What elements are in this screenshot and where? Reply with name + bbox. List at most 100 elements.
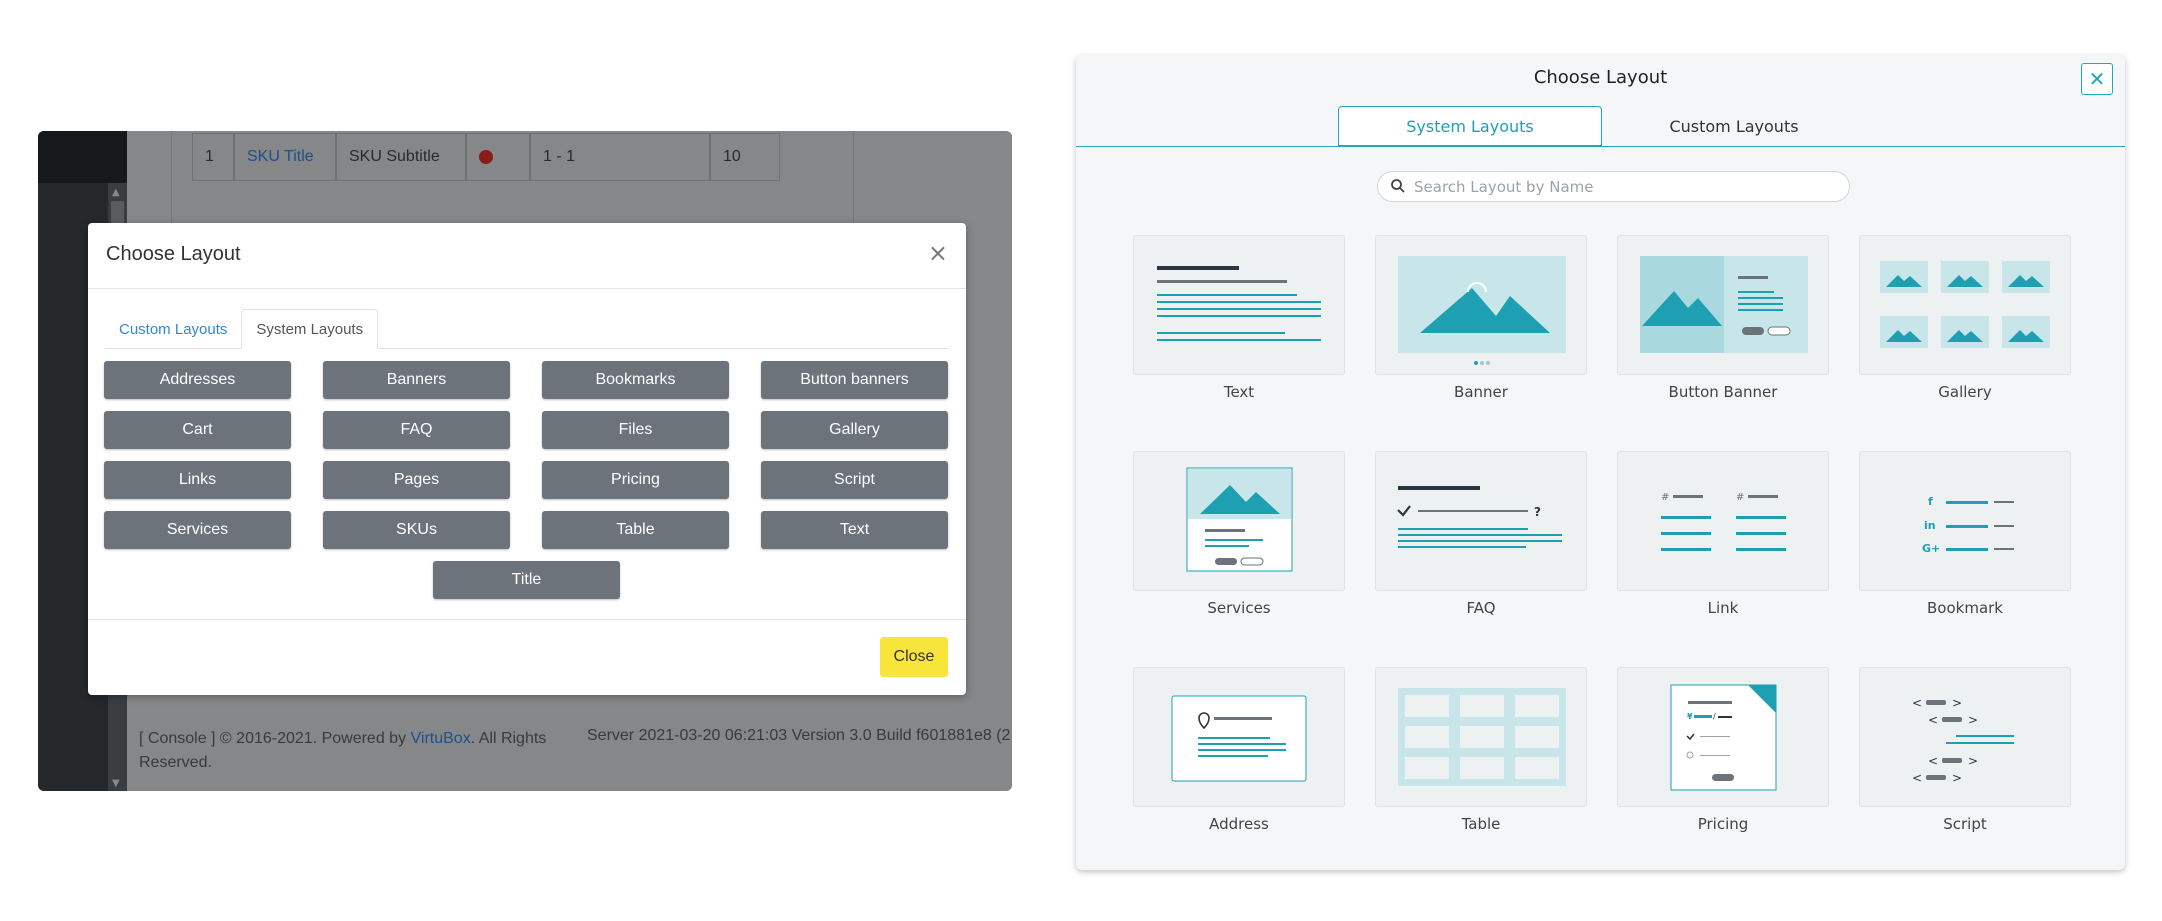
svg-text:>: >: [1952, 771, 1962, 785]
scroll-up-icon[interactable]: ▲: [112, 187, 120, 198]
address-layout-icon: [1171, 695, 1307, 782]
search-input[interactable]: [1414, 176, 1834, 198]
layout-label-gallery: Gallery: [1938, 383, 1992, 401]
layout-tile-table[interactable]: [1375, 667, 1587, 807]
close-icon[interactable]: ×: [928, 239, 948, 267]
layout-tile-text[interactable]: [1133, 235, 1345, 375]
modal-header: Choose Layout ×: [88, 223, 966, 289]
tab-system-layouts[interactable]: System Layouts: [241, 309, 379, 349]
svg-text:<: <: [1928, 713, 1938, 727]
layout-label-link: Link: [1707, 599, 1739, 617]
tab-custom-layouts[interactable]: Custom Layouts: [105, 309, 241, 349]
layout-button-bookmarks[interactable]: Bookmarks: [542, 361, 729, 399]
close-button[interactable]: Close: [880, 637, 948, 677]
layout-tile-bookmark[interactable]: f in G+: [1859, 451, 2071, 591]
layout-button-links[interactable]: Links: [104, 461, 291, 499]
svg-text:#: #: [1661, 492, 1669, 503]
page-footer: [ Console ] © 2016-2021. Powered by Virt…: [139, 727, 619, 775]
layout-button-pages[interactable]: Pages: [323, 461, 510, 499]
layout-button-title[interactable]: Title: [433, 561, 620, 599]
close-icon[interactable]: ✕: [2081, 63, 2113, 95]
search-box: [1377, 171, 1850, 202]
layout-label-services: Services: [1207, 599, 1271, 617]
choose-layout-modal: Choose Layout × Custom Layouts System La…: [88, 223, 966, 695]
button-banner-layout-icon: [1640, 256, 1808, 353]
tab-custom-layouts[interactable]: Custom Layouts: [1602, 106, 1866, 147]
scroll-down-icon[interactable]: ▼: [112, 778, 120, 789]
layout-tile-faq[interactable]: ?: [1375, 451, 1587, 591]
layout-button-files[interactable]: Files: [542, 411, 729, 449]
tab-system-layouts[interactable]: System Layouts: [1338, 106, 1602, 147]
layout-button-table[interactable]: Table: [542, 511, 729, 549]
layout-button-text[interactable]: Text: [761, 511, 948, 549]
status-cell: [466, 133, 530, 181]
layout-button-banners[interactable]: Banners: [323, 361, 510, 399]
faq-layout-icon: ?: [1397, 486, 1562, 548]
layout-tile-button-banner[interactable]: [1617, 235, 1829, 375]
panel-title: Choose Layout: [1533, 67, 1668, 88]
layout-button-gallery[interactable]: Gallery: [761, 411, 948, 449]
pricing-layout-icon: ¥ /: [1670, 684, 1777, 791]
svg-text:#: #: [1736, 492, 1744, 503]
layout-tile-script[interactable]: < > < > < > < >: [1859, 667, 2071, 807]
layout-tile-pricing[interactable]: ¥ /: [1617, 667, 1829, 807]
layout-label-address: Address: [1209, 815, 1269, 833]
svg-text:>: >: [1968, 713, 1978, 727]
layout-button-faq[interactable]: FAQ: [323, 411, 510, 449]
left-screenshot: ▲ ▼ 1 SKU Title SKU Subtitle 1 - 1 10 [ …: [38, 131, 1012, 791]
panel-tabs: System Layouts Custom Layouts: [1076, 106, 2125, 147]
svg-text:<: <: [1912, 696, 1922, 710]
layout-label-text: Text: [1223, 383, 1255, 401]
layout-button-button-banners[interactable]: Button banners: [761, 361, 948, 399]
layout-tile-services[interactable]: [1133, 451, 1345, 591]
text-layout-icon: [1157, 266, 1321, 341]
modal-title: Choose Layout: [106, 243, 241, 265]
layout-label-button-banner: Button Banner: [1668, 383, 1778, 401]
svg-text:in: in: [1924, 519, 1936, 532]
layout-button-script[interactable]: Script: [761, 461, 948, 499]
status-dot-icon: [479, 150, 493, 164]
layout-label-pricing: Pricing: [1697, 815, 1749, 833]
layout-label-faq: FAQ: [1466, 599, 1496, 617]
svg-text:?: ?: [1534, 505, 1541, 519]
services-layout-icon: [1186, 467, 1293, 572]
layout-button-addresses[interactable]: Addresses: [104, 361, 291, 399]
modal-footer-divider: [88, 619, 966, 620]
layout-tile-gallery[interactable]: [1859, 235, 2071, 375]
layout-button-cart[interactable]: Cart: [104, 411, 291, 449]
svg-text:<: <: [1912, 771, 1922, 785]
gallery-layout-icon: [1880, 261, 2050, 348]
svg-text:/: /: [1713, 712, 1716, 721]
banner-layout-icon: [1398, 256, 1566, 365]
svg-text:<: <: [1928, 754, 1938, 768]
row-number: 1: [192, 133, 234, 181]
script-layout-icon: < > < > < > < >: [1912, 696, 2014, 785]
link-layout-icon: # #: [1661, 492, 1786, 551]
modal-tabs: Custom Layouts System Layouts: [105, 309, 949, 349]
layout-tile-address[interactable]: [1133, 667, 1345, 807]
svg-text:f: f: [1928, 495, 1933, 508]
search-icon: [1391, 179, 1405, 193]
sku-title-link[interactable]: SKU Title: [234, 133, 336, 181]
sku-table-row: 1 SKU Title SKU Subtitle 1 - 1 10: [192, 133, 780, 181]
footer-text: [ Console ] © 2016-2021. Powered by: [139, 730, 411, 747]
svg-text:¥: ¥: [1687, 712, 1693, 721]
layout-button-skus[interactable]: SKUs: [323, 511, 510, 549]
layout-tile-link[interactable]: # #: [1617, 451, 1829, 591]
svg-text:G+: G+: [1922, 542, 1940, 555]
layout-button-services[interactable]: Services: [104, 511, 291, 549]
table-layout-icon: [1398, 688, 1566, 786]
server-info: Server 2021-03-20 06:21:03 Version 3.0 B…: [587, 727, 1011, 744]
range-cell: 1 - 1: [530, 133, 710, 181]
layout-label-banner: Banner: [1454, 383, 1508, 401]
svg-text:>: >: [1968, 754, 1978, 768]
sku-subtitle: SKU Subtitle: [336, 133, 466, 181]
qty-cell: 10: [710, 133, 780, 181]
layout-tile-banner[interactable]: [1375, 235, 1587, 375]
svg-text:>: >: [1952, 696, 1962, 710]
choose-layout-panel: Choose Layout ✕ System Layouts Custom La…: [1076, 55, 2125, 870]
sidebar-header: [38, 131, 127, 183]
layout-button-pricing[interactable]: Pricing: [542, 461, 729, 499]
layout-label-table: Table: [1461, 815, 1501, 833]
footer-link[interactable]: VirtuBox: [411, 730, 471, 747]
